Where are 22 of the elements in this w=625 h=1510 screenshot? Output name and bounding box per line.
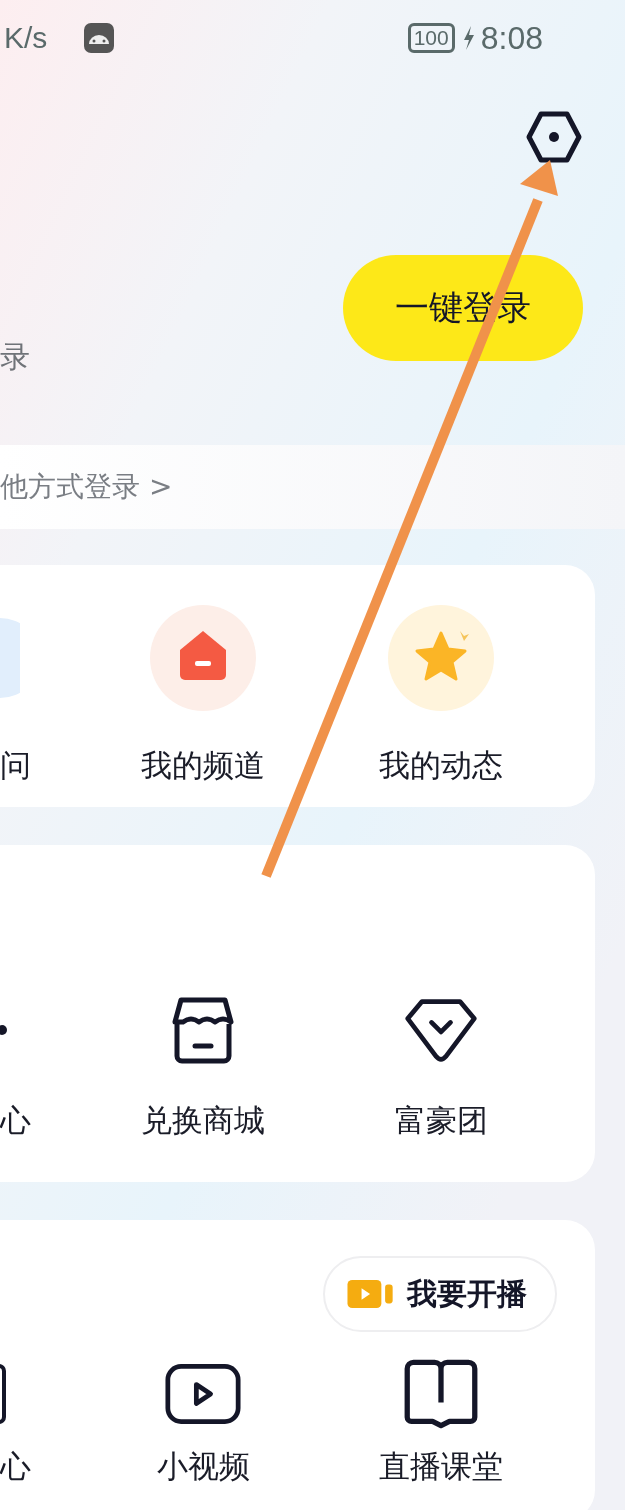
menu-item-label[interactable]: 我的频道 (141, 745, 265, 787)
network-speed: K/s (4, 21, 48, 55)
settings-icon[interactable] (526, 111, 582, 163)
menu-item-label[interactable]: 心 (0, 1446, 31, 1488)
menu-item-label[interactable]: 问 (0, 745, 31, 787)
outline-icon (0, 1364, 6, 1424)
menu-item-label[interactable]: 我的动态 (379, 745, 503, 787)
menu-item-label[interactable]: 直播课堂 (379, 1446, 503, 1488)
video-camera-icon (347, 1278, 395, 1310)
menu-item-label[interactable]: 小视频 (156, 1446, 250, 1488)
other-login-link[interactable]: 他方式登录 > (0, 468, 173, 506)
robot-icon (83, 22, 116, 54)
menu-item-label[interactable]: 心 (0, 1100, 31, 1142)
clock: 8:08 (480, 19, 543, 57)
house-icon[interactable] (150, 605, 256, 711)
battery-indicator: 100 (407, 23, 455, 53)
menu-item-label[interactable]: 富豪团 (394, 1100, 488, 1142)
charging-icon (462, 26, 475, 50)
book-icon[interactable] (403, 1358, 479, 1430)
go-live-button[interactable]: 我要开播 (323, 1256, 557, 1332)
login-hint: 录 (0, 338, 30, 376)
menu-item-label[interactable]: 兑换商城 (141, 1100, 265, 1142)
